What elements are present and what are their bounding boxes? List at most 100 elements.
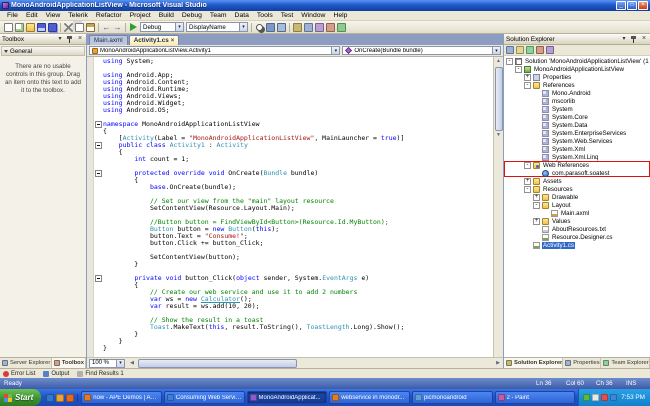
tree-item-monoandroidapplicationlistview[interactable]: - MonoAndroidApplicationListView <box>504 65 650 73</box>
dock-tab-team-explorer[interactable]: Team Explorer <box>601 358 650 368</box>
tree-item-com-parasoft-soatest[interactable]: com.parasoft.soatest <box>504 169 650 177</box>
expander-icon[interactable]: - <box>524 161 531 169</box>
uncomment-icon[interactable] <box>277 22 286 32</box>
code-line[interactable]: SetContentView(button); <box>94 254 493 261</box>
scroll-left-icon[interactable] <box>127 359 137 367</box>
tree-item-system-core[interactable]: System.Core <box>504 113 650 121</box>
collapse-region-icon[interactable] <box>94 275 103 282</box>
menu-item-tools[interactable]: Tools <box>253 12 277 19</box>
menu-item-debug[interactable]: Debug <box>178 12 206 19</box>
window-menu-icon[interactable] <box>620 35 628 43</box>
scroll-up-icon[interactable] <box>494 57 504 65</box>
taskbar-button-monoandroidapplicat[interactable]: MonoAndroidApplicat... <box>246 391 328 404</box>
tree-item-values[interactable]: + Values <box>504 217 650 225</box>
cut-icon[interactable] <box>64 22 73 32</box>
undo-icon[interactable] <box>102 23 111 32</box>
code-line[interactable]: int count = 1; <box>94 156 493 163</box>
properties-window-icon[interactable] <box>506 46 514 54</box>
dock-tab-properties[interactable]: Properties <box>563 358 602 368</box>
code-line[interactable]: private void button_Click(object sender,… <box>94 275 493 282</box>
dock-tab-toolbox[interactable]: Toolbox <box>51 358 86 368</box>
menu-item-telerik[interactable]: Telerik <box>64 12 92 19</box>
code-line[interactable]: SetContentView(Resource.Layout.Main); <box>94 205 493 212</box>
tray-icon-1[interactable] <box>583 394 591 401</box>
scrollbar-thumb[interactable] <box>138 358 298 368</box>
expander-icon[interactable]: - <box>515 65 522 73</box>
pin-icon[interactable] <box>630 35 638 43</box>
tree-item-system-web-services[interactable]: System.Web.Services <box>504 137 650 145</box>
code-line[interactable]: var result = ws.add(10, 20); <box>94 303 493 310</box>
taskbar-button-webservice-in-monodr[interactable]: webservice in monodr... <box>329 391 410 404</box>
pin-icon[interactable] <box>66 35 74 43</box>
quick-launch-icon-1[interactable] <box>46 393 55 402</box>
expander-icon[interactable]: - <box>533 201 540 209</box>
tree-item-layout[interactable]: - Layout <box>504 201 650 209</box>
collapse-region-icon[interactable] <box>94 121 103 128</box>
taskbar-button-consuming-web-servic[interactable]: Consuming Web Servic... <box>163 391 245 404</box>
tree-item-mscorlib[interactable]: mscorlib <box>504 97 650 105</box>
object-browser-icon[interactable] <box>315 22 324 32</box>
collapse-region-icon[interactable] <box>94 170 103 177</box>
menu-item-build[interactable]: Build <box>155 12 178 19</box>
code-line[interactable]: } <box>94 261 493 268</box>
menu-item-team[interactable]: Team <box>206 12 231 19</box>
expander-icon[interactable]: + <box>533 193 540 201</box>
solution-configuration-combo[interactable]: Debug <box>140 22 184 32</box>
scrollbar-thumb[interactable] <box>494 67 503 131</box>
add-item-icon[interactable] <box>15 22 24 32</box>
tree-item-system-xml[interactable]: System.Xml <box>504 145 650 153</box>
start-debug-icon[interactable] <box>129 22 138 32</box>
code-line[interactable]: using System; <box>94 58 493 65</box>
menu-item-edit[interactable]: Edit <box>22 12 42 19</box>
open-file-icon[interactable] <box>26 22 35 32</box>
paste-icon[interactable] <box>86 22 95 32</box>
code-lines[interactable]: using System; using Android.App; using And… <box>94 57 493 357</box>
menu-item-window[interactable]: Window <box>297 12 329 19</box>
find-in-files-icon[interactable] <box>256 23 263 31</box>
code-line[interactable]: using Android.OS; <box>94 107 493 114</box>
tray-icon-4[interactable] <box>610 394 618 401</box>
quick-launch-icon-3[interactable] <box>66 393 75 402</box>
toolbox-group-general[interactable]: General <box>1 46 85 56</box>
breakpoint-margin[interactable] <box>87 57 94 357</box>
view-designer-icon[interactable] <box>546 46 554 54</box>
expander-icon[interactable]: - <box>524 185 531 193</box>
code-line[interactable]: base.OnCreate(bundle); <box>94 184 493 191</box>
tree-item-references[interactable]: - References <box>504 81 650 89</box>
save-icon[interactable] <box>37 22 46 32</box>
code-line[interactable]: public class Activity1 : Activity <box>94 142 493 149</box>
toolbox-icon[interactable] <box>326 22 335 32</box>
expander-icon[interactable]: + <box>524 177 531 185</box>
autohide-tab-find-results-1[interactable]: Find Results 1 <box>77 370 124 377</box>
show-all-files-icon[interactable] <box>516 46 524 54</box>
start-button[interactable]: Start <box>0 389 42 406</box>
autohide-tab-error-list[interactable]: Error List <box>3 370 35 377</box>
expander-icon[interactable]: - <box>506 57 513 65</box>
close-tab-icon[interactable] <box>171 37 175 44</box>
menu-item-data[interactable]: Data <box>231 12 253 19</box>
tree-item-system-data[interactable]: System.Data <box>504 121 650 129</box>
tree-item-resources[interactable]: - Resources <box>504 185 650 193</box>
collapse-region-icon[interactable] <box>94 142 103 149</box>
view-code-icon[interactable] <box>536 46 544 54</box>
code-line[interactable]: } <box>94 345 493 352</box>
comment-icon[interactable] <box>266 22 275 32</box>
taskbar-button-2-paint[interactable]: 2 - Paint <box>494 391 576 404</box>
expander-icon[interactable]: + <box>524 73 531 81</box>
expander-icon[interactable]: - <box>524 81 531 89</box>
types-dropdown[interactable]: MonoAndroidApplicationListView.Activity1 <box>89 46 341 55</box>
code-line[interactable]: namespace MonoAndroidApplicationListView <box>94 121 493 128</box>
scroll-right-icon[interactable] <box>493 359 503 367</box>
properties-window-icon[interactable] <box>304 22 313 32</box>
maximize-icon[interactable] <box>627 1 637 10</box>
code-line[interactable]: Toast.MakeText(this, result.ToString(), … <box>94 324 493 331</box>
tree-item-assets[interactable]: + Assets <box>504 177 650 185</box>
close-panel-icon[interactable] <box>640 35 648 43</box>
menu-item-help[interactable]: Help <box>329 12 351 19</box>
zoom-selector[interactable]: 100 % <box>89 358 125 368</box>
find-combo[interactable]: DisplayName <box>186 22 248 32</box>
dock-tab-server-explorer[interactable]: Server Explorer <box>0 358 52 368</box>
code-line[interactable]: } <box>94 338 493 345</box>
tab-activity1-cs[interactable]: Activity1.cs <box>128 35 180 45</box>
extension-manager-icon[interactable] <box>337 22 346 32</box>
